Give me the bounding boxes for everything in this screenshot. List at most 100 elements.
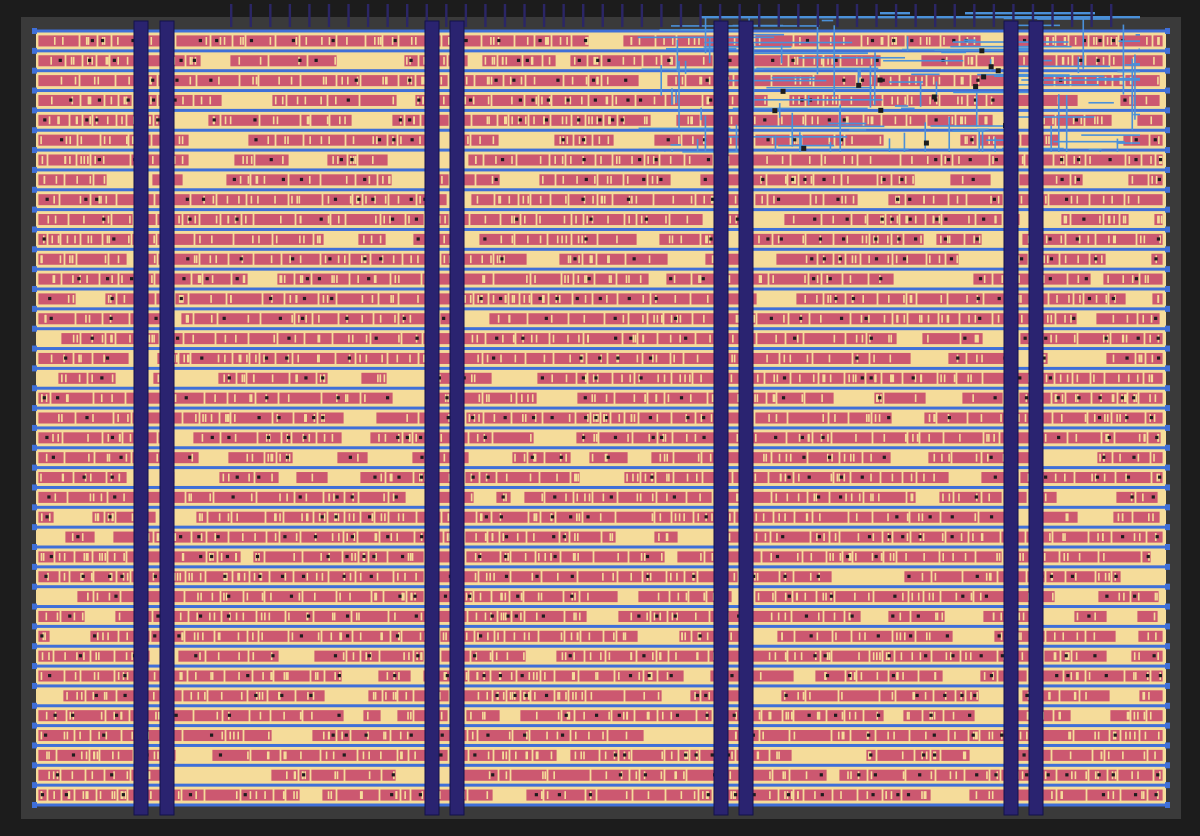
- pin-stub: [305, 493, 308, 502]
- pin-stub: [1149, 334, 1151, 343]
- pin-stub: [630, 414, 633, 422]
- via: [976, 296, 980, 301]
- pin-stub: [121, 116, 123, 125]
- standard-cell: [116, 570, 131, 584]
- standard-cell: [940, 590, 974, 603]
- cell-body: [788, 54, 804, 68]
- standard-cell: [1147, 431, 1162, 445]
- standard-cell: [686, 491, 713, 504]
- cell-row: [76, 590, 1160, 603]
- via: [110, 475, 114, 479]
- chip-layout-canvas[interactable]: [0, 0, 1200, 836]
- pin-stub: [1148, 374, 1151, 383]
- standard-cell: [821, 153, 858, 167]
- standard-cell: [948, 193, 967, 207]
- pin-stub: [246, 354, 248, 363]
- standard-cell: [802, 550, 827, 564]
- pin-stub: [238, 572, 241, 581]
- pin-stub: [1056, 295, 1058, 303]
- standard-cell: [885, 213, 900, 226]
- pin-stub: [668, 235, 671, 244]
- cell-body: [485, 332, 516, 345]
- pin-stub: [1135, 394, 1138, 403]
- standard-cell: [1070, 173, 1084, 187]
- pin-stub: [325, 76, 327, 85]
- cell-body: [681, 133, 716, 147]
- standard-cell: [1085, 54, 1110, 68]
- pin-stub: [243, 275, 246, 283]
- pin-stub: [1054, 473, 1057, 482]
- via: [483, 435, 487, 440]
- pin-stub: [40, 255, 42, 264]
- via: [153, 574, 157, 578]
- pin-stub: [530, 433, 532, 442]
- pin-stub: [695, 473, 698, 482]
- pin-stub: [538, 553, 540, 561]
- pin-stub: [1023, 56, 1025, 65]
- via: [974, 495, 978, 499]
- pin-stub: [696, 354, 699, 363]
- pin-stub: [1152, 513, 1154, 522]
- cell-body: [371, 590, 384, 603]
- pin-stub: [689, 374, 691, 383]
- cell-body: [93, 391, 126, 405]
- standard-cell: [302, 590, 337, 603]
- cell-body: [975, 213, 1003, 226]
- via: [705, 78, 709, 82]
- cell-body: [848, 510, 873, 524]
- pin-stub: [596, 76, 598, 85]
- cell-body: [316, 431, 343, 445]
- standard-cell: [790, 371, 819, 385]
- cell-body: [563, 74, 589, 87]
- standard-cell: [684, 570, 698, 584]
- cell-body: [981, 491, 1003, 504]
- via: [320, 515, 324, 519]
- pin-stub: [56, 612, 59, 621]
- standard-cell: [316, 371, 329, 385]
- standard-cell: [57, 371, 88, 385]
- pin-stub: [878, 493, 880, 502]
- pin-stub: [335, 96, 337, 105]
- standard-cell: [873, 590, 909, 603]
- pin-stub: [287, 394, 290, 403]
- pin-stub: [78, 374, 81, 383]
- via: [860, 475, 864, 479]
- standard-cell: [79, 74, 116, 87]
- standard-cell: [204, 391, 228, 405]
- via: [860, 78, 865, 82]
- standard-cell: [1059, 550, 1099, 564]
- cell-body: [601, 530, 617, 544]
- pin-stub: [152, 156, 154, 164]
- standard-cell: [488, 312, 528, 326]
- pin-stub: [224, 334, 227, 343]
- standard-cell: [559, 530, 570, 544]
- via: [1156, 356, 1161, 360]
- standard-cell: [615, 510, 655, 524]
- pin-stub: [297, 354, 300, 363]
- pin-stub: [305, 314, 307, 323]
- pin-stub: [955, 592, 958, 601]
- standard-cell: [792, 590, 817, 603]
- via: [774, 435, 778, 440]
- via: [235, 277, 239, 281]
- cell-body: [588, 94, 613, 107]
- cell-body: [761, 550, 803, 564]
- via: [875, 58, 879, 62]
- standard-cell: [949, 173, 992, 187]
- via: [1125, 416, 1129, 420]
- pin-stub: [415, 572, 417, 581]
- cell-body: [908, 590, 924, 603]
- pin-stub: [1138, 533, 1141, 541]
- pin-stub: [339, 592, 341, 601]
- via: [85, 416, 89, 420]
- via: [504, 554, 508, 559]
- standard-cell: [108, 252, 128, 266]
- pin-stub: [990, 195, 992, 204]
- via: [827, 455, 832, 459]
- pin-stub: [871, 116, 874, 125]
- standard-cell: [1125, 153, 1142, 167]
- standard-cell: [73, 471, 107, 484]
- pin-stub: [967, 56, 970, 65]
- pin-stub: [227, 513, 230, 522]
- pin-stub: [631, 195, 633, 204]
